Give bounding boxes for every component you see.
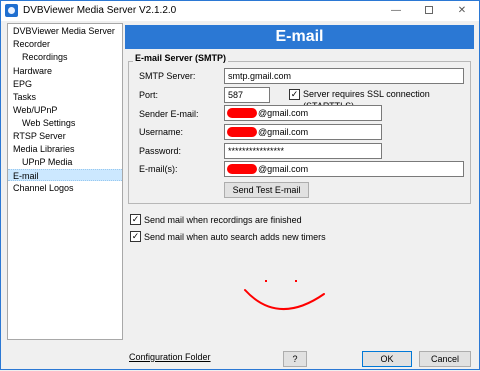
- ok-button[interactable]: OK: [362, 351, 412, 367]
- cancel-button[interactable]: Cancel: [419, 351, 471, 367]
- smile-mark: [244, 289, 325, 310]
- smiley-doodle: [244, 280, 325, 310]
- help-button[interactable]: ?: [283, 351, 307, 367]
- main-window: DVBViewer Media Server V2.1.2.0 — ✕ DVBV…: [0, 0, 480, 370]
- configuration-folder-link[interactable]: Configuration Folder: [129, 352, 211, 362]
